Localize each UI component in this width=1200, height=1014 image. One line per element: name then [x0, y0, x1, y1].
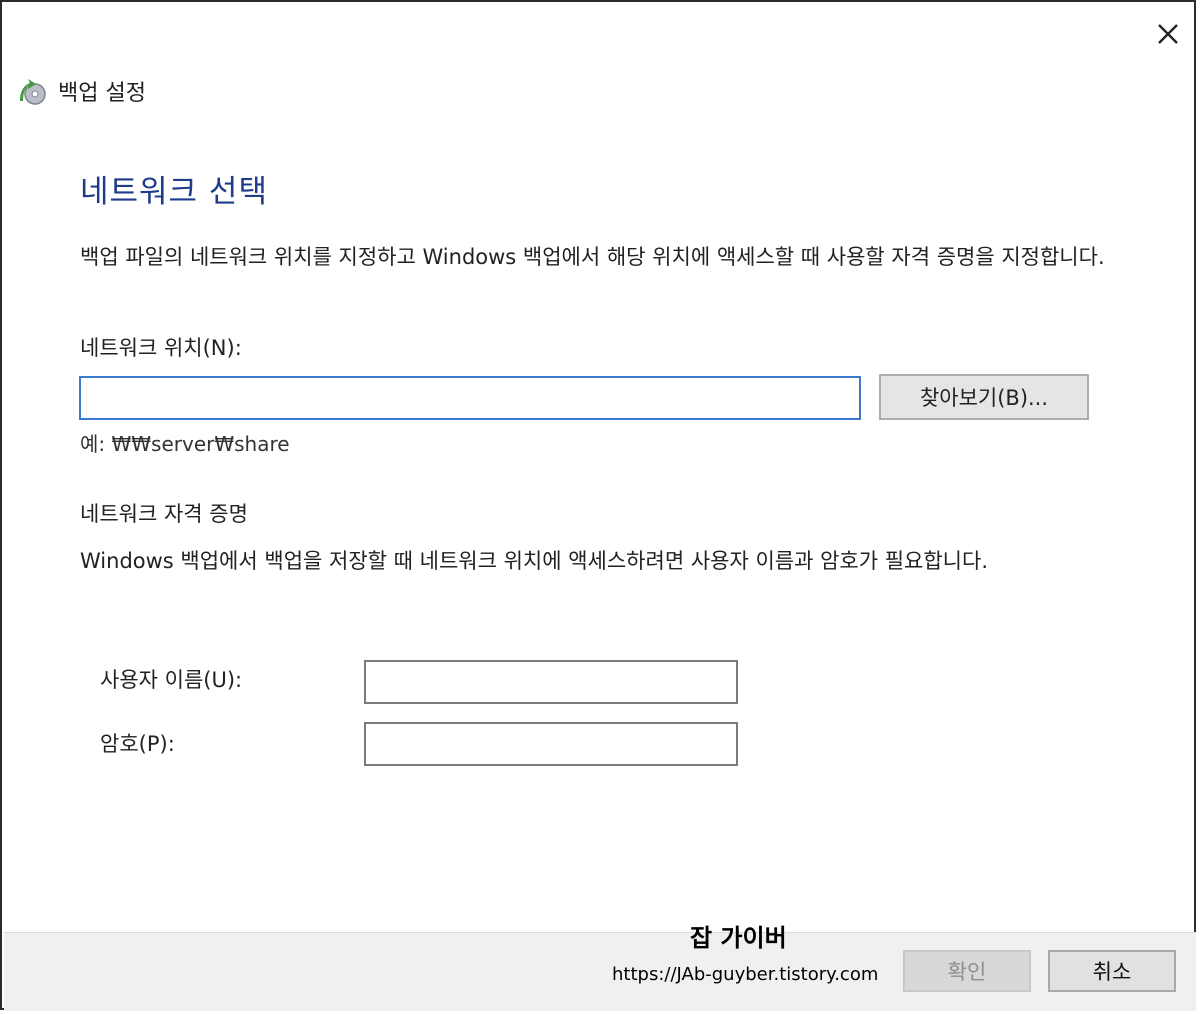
close-button[interactable]	[1150, 16, 1186, 52]
network-location-example: 예: ₩₩server₩share	[80, 432, 290, 456]
title-bar: 백업 설정	[16, 74, 146, 108]
backup-settings-icon	[20, 79, 46, 105]
page-heading: 네트워크 선택	[80, 174, 268, 210]
username-field[interactable]	[364, 660, 738, 704]
network-location-input[interactable]	[79, 376, 861, 420]
cancel-button[interactable]: 취소	[1048, 950, 1176, 992]
password-field[interactable]	[364, 722, 738, 766]
username-label: 사용자 이름(U):	[100, 668, 243, 692]
page-description: 백업 파일의 네트워크 위치를 지정하고 Windows 백업에서 해당 위치에…	[80, 245, 1105, 269]
watermark-title: 잡 가이버	[690, 924, 787, 952]
close-icon	[1158, 24, 1178, 44]
window-title: 백업 설정	[58, 81, 146, 106]
password-label: 암호(P):	[100, 732, 175, 756]
credentials-heading: 네트워크 자격 증명	[80, 502, 248, 526]
network-location-label: 네트워크 위치(N):	[80, 336, 242, 360]
browse-button[interactable]: 찾아보기(B)...	[879, 374, 1089, 420]
watermark-url: https://JAb-guyber.tistory.com	[612, 964, 879, 985]
credentials-description: Windows 백업에서 백업을 저장할 때 네트워크 위치에 액세스하려면 사…	[80, 549, 989, 573]
ok-button[interactable]: 확인	[903, 950, 1031, 992]
backup-settings-dialog: 백업 설정 네트워크 선택 백업 파일의 네트워크 위치를 지정하고 Windo…	[0, 0, 1196, 1011]
